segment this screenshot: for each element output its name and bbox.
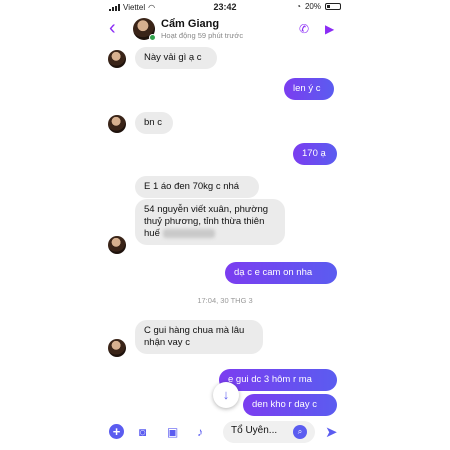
avatar[interactable] (108, 115, 126, 133)
activity-status: Hoạt động 59 phút trước (161, 31, 244, 40)
image-icon[interactable]: ▣ (167, 425, 178, 439)
avatar[interactable] (108, 50, 126, 68)
search-icon[interactable]: ⌕ (293, 425, 307, 439)
plus-icon[interactable]: + (109, 424, 124, 439)
send-icon[interactable]: ➤ (325, 423, 338, 441)
arrow-down-icon[interactable]: ↓ (213, 382, 239, 408)
chat-screen: Viettel ◠ 23:42 ◔ 20% ‹ Cẩm Giang Hoạt đ… (103, 0, 347, 450)
battery-icon (325, 3, 341, 10)
message-in[interactable]: Này vải gì ạ c (135, 47, 217, 69)
chat-header: ‹ Cẩm Giang Hoạt động 59 phút trước ✆ ▶ (103, 14, 347, 44)
camera-icon[interactable]: ◙ (139, 425, 146, 439)
message-timestamp: 17:04, 30 THG 3 (197, 296, 253, 305)
redacted-text (162, 228, 215, 238)
message-out[interactable]: den kho r day c (243, 394, 337, 416)
chevron-left-icon[interactable]: ‹ (109, 18, 116, 38)
alarm-icon: ◔ (296, 2, 301, 11)
message-in[interactable]: E 1 áo đen 70kg c nhá (135, 176, 259, 198)
message-out[interactable]: 170 ạ (293, 143, 337, 165)
message-out[interactable]: len ý c (284, 78, 334, 100)
battery-percent: 20% (304, 2, 321, 11)
online-indicator (149, 34, 156, 41)
video-icon[interactable]: ▶ (325, 22, 334, 36)
avatar[interactable] (108, 236, 126, 254)
avatar[interactable] (108, 339, 126, 357)
message-in[interactable]: bn c (135, 112, 173, 134)
status-bar: Viettel ◠ 23:42 ◔ 20% (103, 0, 347, 14)
phone-icon[interactable]: ✆ (299, 22, 309, 36)
message-out[interactable]: dạ c e cam on nha (225, 262, 337, 284)
message-in[interactable]: 54 nguyễn viết xuân, phường thuỷ phương,… (135, 199, 285, 245)
status-right: ◔ 20% (296, 2, 341, 11)
composer-bar: + ◙ ▣ ♪ Tổ Uyên... ⌕ ➤ (103, 420, 347, 446)
microphone-icon[interactable]: ♪ (197, 425, 203, 439)
contact-name[interactable]: Cẩm Giang (161, 18, 219, 30)
message-in[interactable]: C gui hàng chua mà lâu nhận vay c (135, 320, 263, 354)
